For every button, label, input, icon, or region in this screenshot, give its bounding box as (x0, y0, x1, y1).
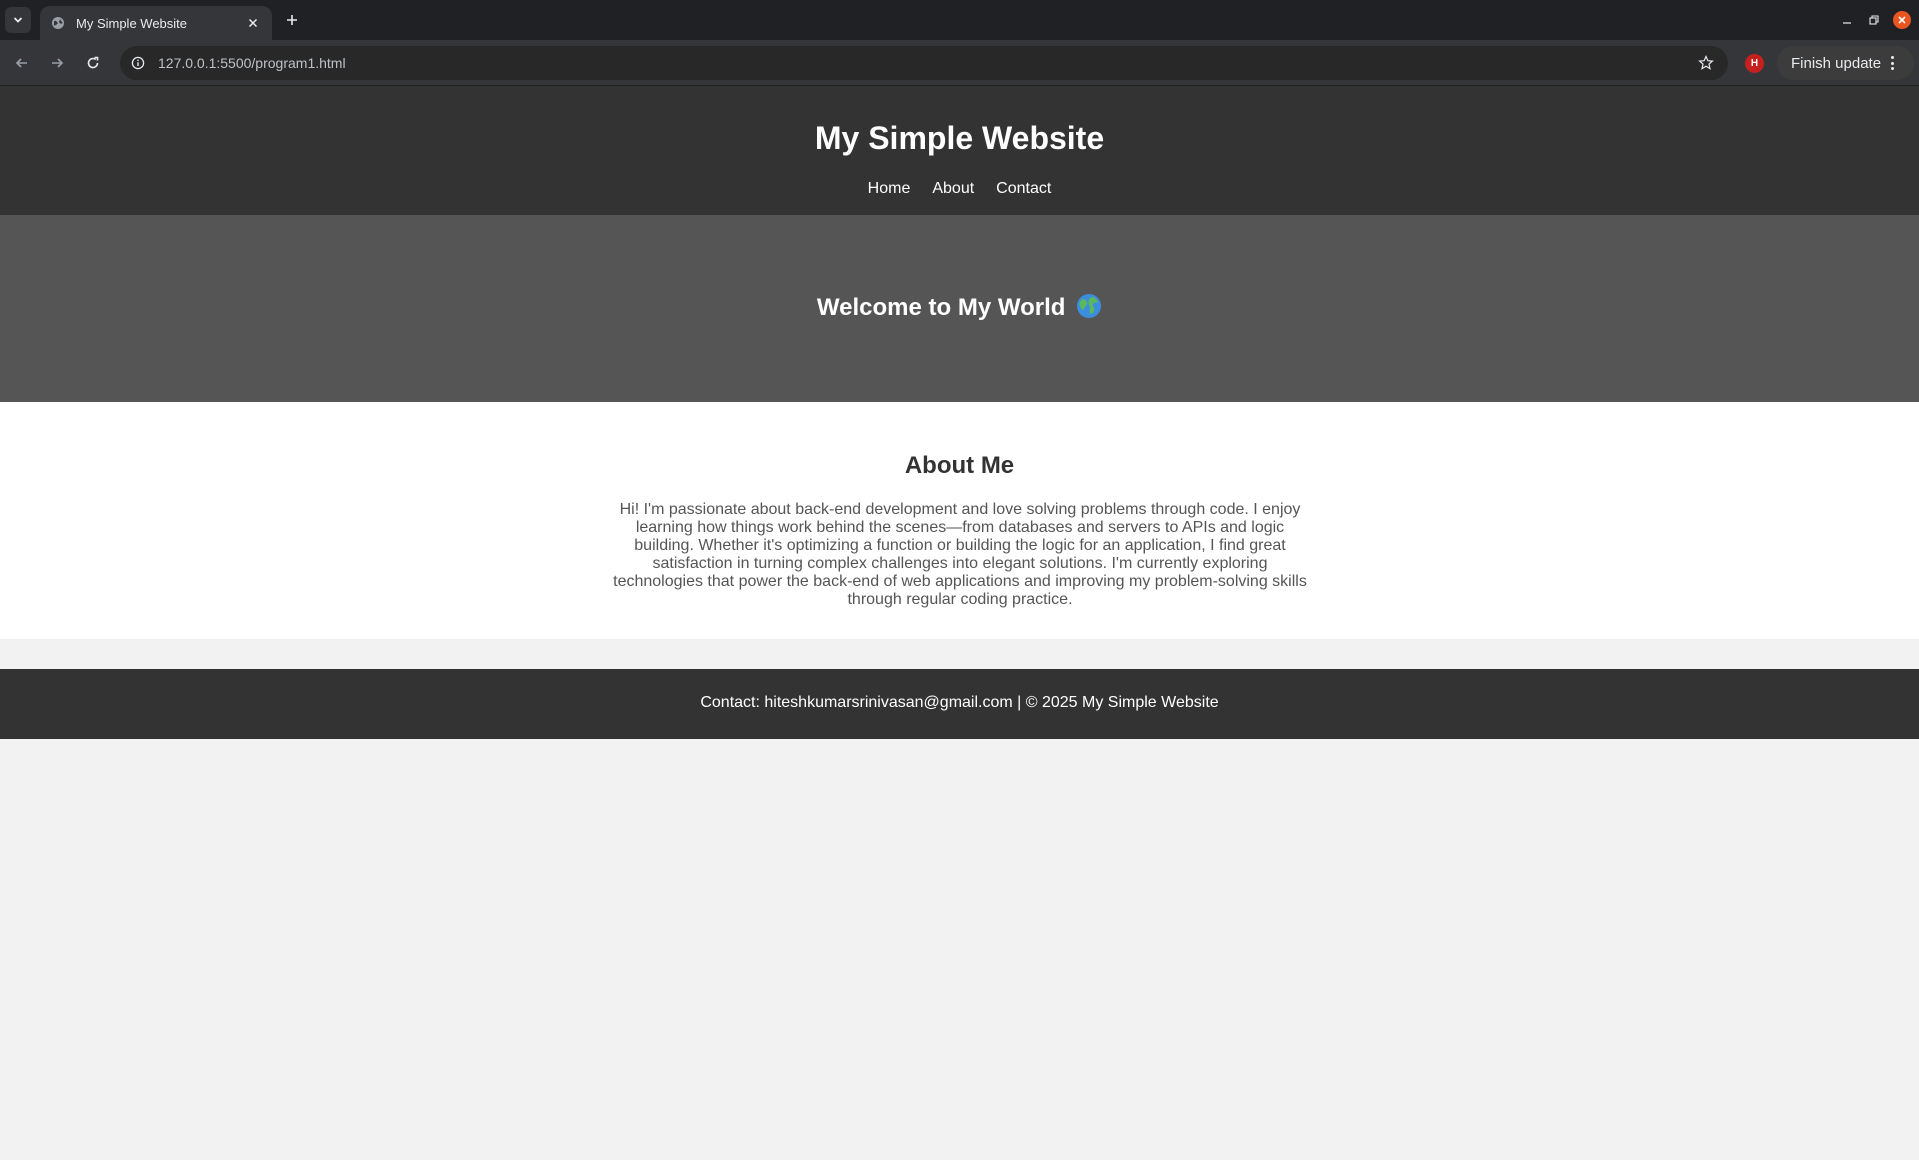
nav-link-home[interactable]: Home (868, 180, 911, 198)
address-bar[interactable]: 127.0.0.1:5500/program1.html (120, 46, 1728, 80)
bookmark-star-button[interactable] (1696, 53, 1716, 73)
url-text[interactable]: 127.0.0.1:5500/program1.html (158, 55, 1696, 71)
hero-section: Welcome to My World (0, 215, 1919, 402)
minimize-icon (1843, 22, 1851, 24)
nav-link-contact[interactable]: Contact (996, 180, 1051, 198)
footer-text: Contact: hiteshkumarsrinivasan@gmail.com… (700, 694, 1219, 711)
browser-toolbar: 127.0.0.1:5500/program1.html H Finish up… (0, 40, 1919, 86)
site-title: My Simple Website (814, 120, 1105, 156)
earth-globe-icon (1077, 294, 1102, 318)
hero-title-text: Welcome to My World (816, 294, 1066, 321)
site-footer: Contact: hiteshkumarsrinivasan@gmail.com… (0, 669, 1919, 739)
site-nav: Home About Contact (0, 180, 1919, 198)
hero-heading: Welcome to My World (0, 293, 1919, 322)
tab-close-button[interactable] (244, 14, 262, 32)
new-tab-button[interactable] (280, 8, 304, 32)
restore-button[interactable] (1864, 10, 1884, 30)
minimize-button[interactable] (1837, 10, 1857, 30)
about-section: About Me Hi! I'm passionate about back-e… (0, 402, 1919, 639)
site-header: My Simple Website Home About Contact (0, 86, 1919, 215)
about-paragraph: Hi! I'm passionate about back-end develo… (613, 501, 1307, 608)
forward-button[interactable] (45, 51, 69, 75)
about-heading: About Me (904, 452, 1015, 479)
nav-link-about[interactable]: About (932, 180, 974, 198)
arrow-right-icon (52, 58, 64, 68)
arrow-left-icon (15, 58, 27, 68)
restore-icon (1869, 15, 1879, 25)
finish-update-button[interactable]: Finish update (1777, 46, 1914, 80)
chevron-down-icon (13, 17, 23, 23)
browser-tab[interactable]: My Simple Website (40, 6, 272, 40)
window-close-button[interactable] (1893, 11, 1911, 29)
back-button[interactable] (10, 51, 34, 75)
globe-icon (50, 15, 66, 31)
page-viewport: My Simple Website Home About Contact Wel… (0, 86, 1919, 1160)
browser-tabstrip: My Simple Website (0, 0, 1919, 40)
reload-icon (87, 56, 99, 69)
more-menu-icon (1889, 54, 1895, 72)
reload-button[interactable] (81, 51, 105, 75)
finish-update-label: Finish update (1791, 54, 1882, 72)
plus-icon (287, 15, 297, 25)
tab-search-button[interactable] (5, 7, 31, 33)
close-icon (248, 18, 258, 28)
tab-title: My Simple Website (76, 15, 188, 31)
star-icon (1698, 55, 1714, 70)
profile-avatar[interactable]: H (1745, 54, 1764, 73)
close-icon (1898, 16, 1906, 24)
info-icon[interactable] (130, 55, 146, 71)
